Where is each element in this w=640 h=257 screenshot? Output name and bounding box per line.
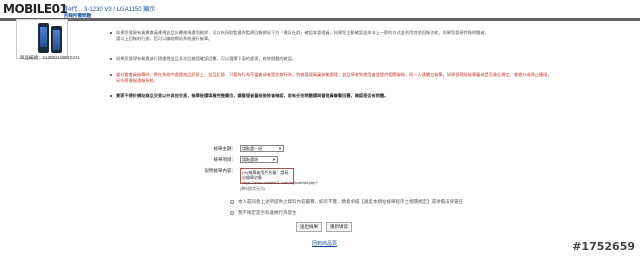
notice-item: 當社會會員檢舉時，將在系統中處理商品訊息上，並且記錄，只要有行為不當者或者是詐欺… [110, 72, 610, 84]
bullet-icon [110, 74, 112, 76]
watermark: #1752659 [572, 240, 635, 253]
bullet-icon [110, 58, 112, 60]
notice-line: 買家不得於網站商品交易以外其他交易，檢舉後請填寫完整欄位，讓管理者審核後將會確認… [116, 93, 389, 98]
report-subject-select[interactable]: 請點選一項 ▼ [240, 145, 284, 152]
chevron-down-icon: ▼ [278, 146, 282, 151]
agree-option[interactable]: 本人茲同意上述所提供之資料內容屬實，如有不實，願意承擔【違反本網站檢舉程序之相關… [230, 199, 463, 205]
radio-button[interactable] [230, 211, 234, 215]
submit-button[interactable]: 送出檢舉 [296, 222, 322, 232]
report-subject-row: 檢舉主題： 請點選一項 ▼ [190, 145, 284, 152]
reset-button[interactable]: 重新填寫 [326, 222, 352, 232]
report-item-label: 檢舉項目： [213, 156, 237, 162]
logo-text: MOBILE01 [3, 2, 68, 16]
radio-button[interactable] [230, 200, 234, 204]
form-actions: 送出檢舉 重新填寫 [296, 222, 352, 232]
content-label: 說明檢舉內容： [204, 168, 237, 173]
unsure-option[interactable]: 我不確定是否有違規行為發生 [230, 210, 297, 216]
notice-item: 買家不得於網站商品交易以外其他交易，檢舉後請填寫完整欄位，讓管理者審核後將會確認… [110, 93, 610, 99]
product-thumbnail [16, 19, 68, 59]
content-textarea[interactable]: (%)檢舉者用戶名稱：請寫出檢舉對象https://www.mobile01.c… [240, 168, 318, 190]
notice-line: 請以上回報的行銷，您可以聯絡網站系統進行檢舉。 [116, 36, 213, 41]
back-link[interactable]: 回到商品頁 [312, 240, 337, 247]
report-item-value: 請點選項 [242, 156, 258, 162]
report-subject-value: 請點選一項 [242, 145, 262, 151]
chevron-down-icon: ▼ [272, 157, 276, 162]
char-limit: (500個字元內) [240, 186, 266, 191]
product-id: 商品編號：213082108915241 [20, 55, 81, 60]
report-subject-label: 檢舉主題： [213, 145, 237, 151]
bullet-icon [110, 32, 112, 34]
phone-image [51, 26, 62, 53]
header-divider [0, 18, 640, 21]
phone-image [38, 23, 49, 53]
notice-line: 當社會會員檢舉時，將在系統中處理商品訊息上，並且記錄，只要有行為不當者或者是詐欺… [116, 72, 552, 77]
notice-item: 如果您發現有買賣會員違規並且反覆違規遭到刪除，可以先採取監督與監察回報網站下方「… [110, 30, 610, 42]
bullet-icon [110, 95, 112, 97]
notice-line: 如果您發現有買賣或行銷違規並且多次回報請確認回覆，可以選擇下面的處理，有效問題的… [116, 56, 297, 61]
site-logo[interactable]: MOBILE01 [3, 2, 68, 16]
notice-line: 另外將違規通報系統。 [116, 78, 158, 83]
report-item-row: 檢舉項目： 請點選項 ▼ [190, 156, 278, 163]
report-content-row: 說明檢舉內容： (%)檢舉者用戶名稱：請寫出檢舉對象https://www.mo… [190, 168, 318, 190]
notices: 如果您發現有買賣會員違規並且反覆違規遭到刪除，可以先採取監督與監察回報網站下方「… [110, 30, 610, 108]
page-title: 第4代... 3-1230 V3 / LGA1150 顯示 [62, 7, 156, 13]
char-limit-row: (500個字元內) [240, 186, 265, 192]
agree-option-label: 本人茲同意上述所提供之資料內容屬實，如有不實，願意承擔【違反本網站檢舉程序之相關… [238, 199, 463, 204]
unsure-option-label: 我不確定是否有違規行為發生 [238, 210, 297, 215]
report-item-select[interactable]: 請點選項 ▼ [240, 156, 278, 163]
notice-item: 如果您發現有買賣或行銷違規並且多次回報請確認回覆，可以選擇下面的處理，有效問題的… [110, 56, 610, 62]
